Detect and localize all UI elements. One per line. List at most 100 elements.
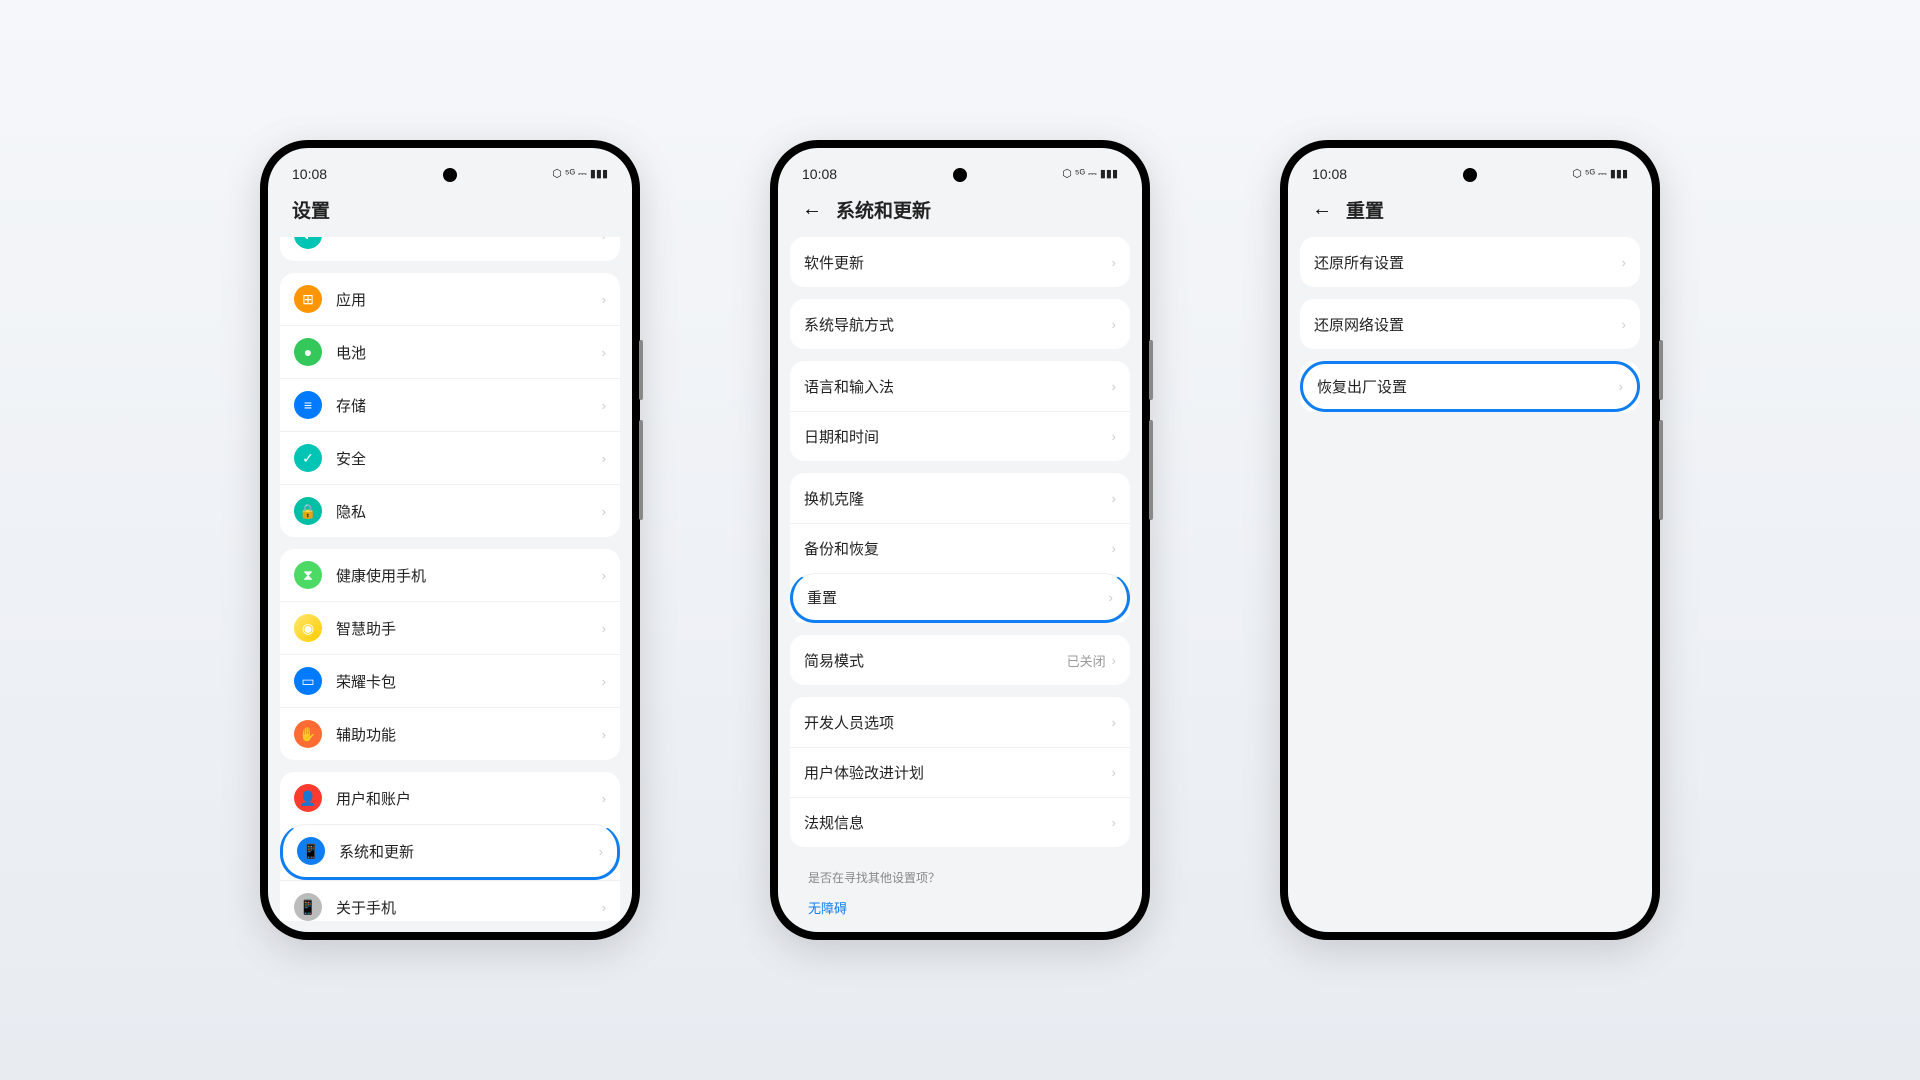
chevron-right-icon: › [1112,379,1116,394]
row-label: 系统导航方式 [804,314,1112,335]
chevron-right-icon: › [1622,255,1626,270]
back-button[interactable]: ← [802,198,822,221]
status-icons: ⬡ ⁵ᴳ ⎓ ▮▮▮ [1062,167,1118,181]
settings-row[interactable]: ●电池› [280,325,620,378]
status-time: 10:08 [292,166,327,182]
footer-link-accessibility[interactable]: 无障碍 [790,896,1130,919]
chevron-right-icon: › [1112,317,1116,332]
wellbeing-icon: ⧗ [294,561,322,589]
row-label: 备份和恢复 [804,538,1112,559]
settings-row[interactable]: 备份和恢复› [790,523,1130,573]
volume-button [1149,340,1153,400]
volume-button [1659,340,1663,400]
phone-mockup-2: 10:08 ⬡ ⁵ᴳ ⎓ ▮▮▮ ← 系统和更新 软件更新› 系统导航方式› 语… [770,140,1150,940]
apps-icon: ⊞ [294,285,322,313]
settings-row[interactable]: 📱 关于手机› [280,880,620,921]
camera-notch [1463,168,1477,182]
settings-row[interactable]: ≡存储› [280,378,620,431]
settings-row[interactable]: ✋辅助功能› [280,707,620,760]
settings-row[interactable]: 开发人员选项› [790,697,1130,747]
row-label: 荣耀卡包 [336,671,602,692]
row-label: 存储 [336,395,602,416]
settings-row-partial[interactable]: ◐ › [280,237,620,261]
chevron-right-icon: › [1112,765,1116,780]
chevron-right-icon: › [1112,541,1116,556]
page-title: 重置 [1346,196,1384,223]
row-label: 健康使用手机 [336,565,602,586]
chevron-right-icon: › [602,451,606,466]
settings-row[interactable]: ✓安全› [280,431,620,484]
phone-mockup-3: 10:08 ⬡ ⁵ᴳ ⎓ ▮▮▮ ← 重置 还原所有设置› 还原网络设置› 恢复… [1280,140,1660,940]
chevron-right-icon: › [602,345,606,360]
row-label: 重置 [807,587,1109,608]
row-label: 开发人员选项 [804,712,1112,733]
settings-row[interactable]: 用户体验改进计划› [790,747,1130,797]
row-label: 安全 [336,448,602,469]
phone-mockup-1: 10:08 ⬡ ⁵ᴳ ⎓ ▮▮▮ 设置 ◐ › ⊞应用›●电池›≡存储›✓安全›… [260,140,640,940]
row-value: 已关闭 [1067,651,1106,670]
settings-row[interactable]: 法规信息› [790,797,1130,847]
chevron-right-icon: › [1112,653,1116,668]
footer-hint: 是否在寻找其他设置项？ [790,859,1130,896]
row-label: 关于手机 [336,897,602,918]
row-label: 还原所有设置 [1314,252,1622,273]
chevron-right-icon: › [1622,317,1626,332]
row-label: 法规信息 [804,812,1112,833]
chevron-right-icon: › [602,900,606,915]
row-label: 语言和输入法 [804,376,1112,397]
settings-row[interactable]: ⊞应用› [280,273,620,325]
chevron-right-icon: › [602,568,606,583]
status-icons: ⬡ ⁵ᴳ ⎓ ▮▮▮ [552,167,608,181]
settings-row[interactable]: 🔒隐私› [280,484,620,537]
status-time: 10:08 [802,166,837,182]
power-button [639,420,643,520]
chevron-right-icon: › [602,791,606,806]
accessibility-icon: ✋ [294,720,322,748]
power-button [1149,420,1153,520]
chevron-right-icon: › [1112,491,1116,506]
chevron-right-icon: › [1112,255,1116,270]
status-icons: ⬡ ⁵ᴳ ⎓ ▮▮▮ [1572,167,1628,181]
account-icon: 👤 [294,784,322,812]
status-time: 10:08 [1312,166,1347,182]
settings-row[interactable]: 日期和时间› [790,411,1130,461]
battery-icon: ● [294,338,322,366]
chevron-right-icon: › [1112,815,1116,830]
settings-row[interactable]: ◉智慧助手› [280,601,620,654]
settings-row[interactable]: 恢复出厂设置› [1300,361,1640,412]
settings-row[interactable]: 👤 用户和账户› [280,772,620,824]
storage-icon: ≡ [294,391,322,419]
settings-row[interactable]: ⧗ 健康使用手机› [280,549,620,601]
row-label: 隐私 [336,501,602,522]
chevron-right-icon: › [602,621,606,636]
settings-row[interactable]: 还原网络设置› [1300,299,1640,349]
row-label: 恢复出厂设置 [1317,376,1619,397]
settings-row[interactable]: ▭荣耀卡包› [280,654,620,707]
power-button [1659,420,1663,520]
row-label: 系统和更新 [339,841,599,862]
chevron-right-icon: › [602,504,606,519]
settings-row[interactable]: 软件更新› [790,237,1130,287]
footer-link-tips[interactable]: 玩机技巧 [790,919,1130,921]
about-icon: 📱 [294,893,322,921]
settings-row[interactable]: 📱 系统和更新› [280,824,620,880]
row-label: 用户和账户 [336,788,602,809]
settings-row[interactable]: 换机克隆› [790,473,1130,523]
chevron-right-icon: › [1112,429,1116,444]
row-label: 应用 [336,289,602,310]
camera-notch [443,168,457,182]
settings-row[interactable]: 语言和输入法› [790,361,1130,411]
partial-icon: ◐ [294,237,322,249]
row-label: 辅助功能 [336,724,602,745]
settings-row[interactable]: 系统导航方式› [790,299,1130,349]
chevron-right-icon: › [602,237,606,243]
settings-row[interactable]: 重置› [790,573,1130,623]
chevron-right-icon: › [599,844,603,859]
camera-notch [953,168,967,182]
settings-row[interactable]: 简易模式已关闭› [790,635,1130,685]
settings-row[interactable]: 还原所有设置› [1300,237,1640,287]
back-button[interactable]: ← [1312,198,1332,221]
row-label: 用户体验改进计划 [804,762,1112,783]
chevron-right-icon: › [602,674,606,689]
system-update-icon: 📱 [297,837,325,865]
